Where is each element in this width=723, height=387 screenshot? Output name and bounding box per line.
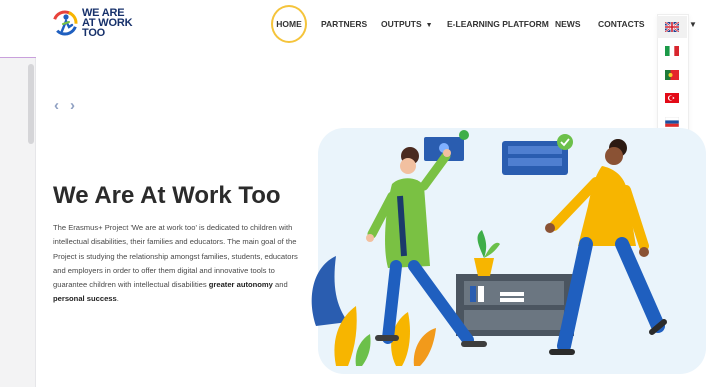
left-panel-scrollbar[interactable] [28, 64, 34, 144]
chevron-down-icon: ▼ [425, 22, 433, 29]
nav-item-outputs[interactable]: OUTPUTS ▼ [381, 19, 433, 29]
logo-mark-icon [52, 10, 78, 36]
hero-desc-and: and [272, 280, 288, 290]
it-flag-icon[interactable] [665, 46, 679, 56]
logo-text: WE ARE AT WORK TOO [82, 8, 133, 39]
nav-item-contacts[interactable]: CONTACTS [598, 19, 645, 29]
tr-flag-icon[interactable] [665, 93, 679, 103]
star-badge-icon [459, 130, 469, 140]
hero-title: We Are At Work Too [53, 182, 281, 209]
hero-desc-end: . [116, 294, 119, 304]
nav-item-outputs-label: OUTPUTS [381, 19, 422, 29]
hero-desc-bold-success: personal success [53, 294, 117, 304]
site-logo[interactable]: WE ARE AT WORK TOO [52, 8, 133, 39]
logo-line-3: TOO [82, 27, 106, 39]
nav-item-partners[interactable]: PARTNERS [321, 19, 367, 29]
nav-item-home[interactable]: HOME [276, 19, 302, 29]
hero-illustration [311, 128, 706, 374]
pt-flag-icon[interactable] [665, 70, 679, 80]
nav-item-news[interactable]: NEWS [555, 19, 581, 29]
check-badge-icon [557, 134, 573, 150]
hero-desc-bold-autonomy: greater autonomy [208, 280, 273, 290]
language-caret-icon[interactable]: ▼ [689, 20, 697, 29]
nav-home-ring[interactable]: HOME [271, 5, 307, 43]
slider-next-arrow-icon[interactable]: › [70, 97, 75, 114]
gb-flag-icon[interactable] [665, 22, 679, 32]
slider-prev-arrow-icon[interactable]: ‹ [54, 97, 59, 114]
nav-item-elearning[interactable]: E-LEARNING PLATFORM [447, 19, 549, 29]
hero-description: The Erasmus+ Project 'We are at work too… [53, 221, 311, 307]
